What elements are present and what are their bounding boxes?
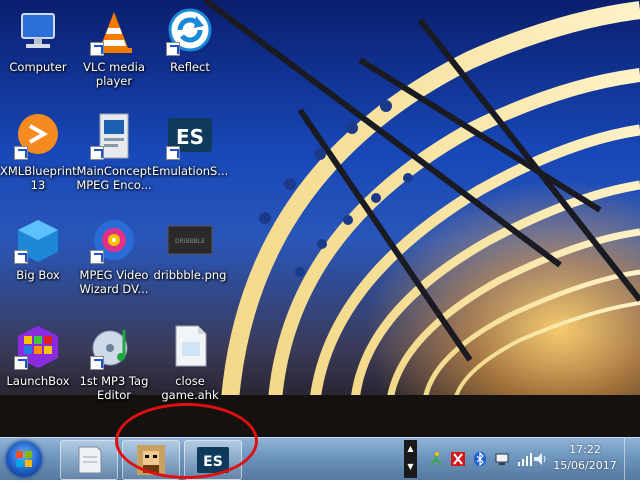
desktop-icon-mainconcept[interactable]: MainConcept MPEG Enco...: [76, 112, 152, 192]
taskbar-button-notepad[interactable]: [60, 440, 118, 480]
es-logo-text: ES: [176, 125, 204, 149]
signal-icon[interactable]: [516, 451, 532, 467]
cd-music-icon: [90, 322, 138, 370]
desktop[interactable]: Computer XMLBlueprint 13 Big Box LaunchB…: [0, 0, 640, 437]
shortcut-arrow-icon: [90, 42, 104, 56]
desktop-icon-label: dribbble.png: [153, 268, 227, 282]
clock[interactable]: 17:22 15/06/2017: [552, 442, 618, 474]
shortcut-arrow-icon: [90, 356, 104, 370]
shortcut-arrow-icon: [90, 146, 104, 160]
script-file-icon: [166, 322, 214, 370]
desktop-icon-xmlblueprint[interactable]: XMLBlueprint 13: [0, 112, 77, 192]
desktop-icon-label: MPEG Video Wizard DV...: [79, 268, 149, 296]
thumbnail-text: DRIBBBLE: [175, 238, 205, 245]
desktop-icon-label: XMLBlueprint 13: [0, 164, 77, 192]
antivirus-icon[interactable]: [450, 451, 466, 467]
desktop-icon-label: Reflect: [170, 60, 210, 74]
shortcut-arrow-icon: [14, 250, 28, 264]
desktop-icon-label: EmulationS...: [152, 164, 229, 178]
show-desktop-button[interactable]: [624, 438, 640, 480]
clock-date: 15/06/2017: [553, 459, 617, 472]
desktop-icon-label: 1st MP3 Tag Editor: [79, 374, 149, 402]
desktop-icon-close-game-ahk[interactable]: close game.ahk: [152, 322, 228, 402]
image-thumbnail-icon: DRIBBBLE: [166, 216, 214, 264]
highlight-annotation-circle: [115, 403, 258, 479]
shortcut-arrow-icon: [14, 356, 28, 370]
desktop-icon-label: LaunchBox: [6, 374, 70, 388]
desktop-icon-label: MainConcept MPEG Enco...: [76, 164, 152, 192]
desktop-icon-dribbble-png[interactable]: DRIBBBLE dribbble.png: [152, 216, 228, 282]
desktop-icon-computer[interactable]: Computer: [0, 8, 76, 74]
vlc-cone-icon: [90, 8, 138, 56]
scroll-down-button[interactable]: ▼: [404, 458, 417, 476]
desktop-icon-label: close game.ahk: [161, 374, 219, 402]
desktop-icon-mp3-tag-editor[interactable]: 1st MP3 Tag Editor: [76, 322, 152, 402]
shortcut-arrow-icon: [90, 250, 104, 264]
desktop-icon-mpeg-video-wizard[interactable]: MPEG Video Wizard DV...: [76, 216, 152, 296]
rubiks-cube-icon: [14, 322, 62, 370]
shortcut-arrow-icon: [166, 42, 180, 56]
network-icon[interactable]: [494, 451, 510, 467]
start-button[interactable]: [6, 441, 42, 477]
disc-icon: [90, 216, 138, 264]
desktop-icon-vlc[interactable]: VLC media player: [76, 8, 152, 88]
volume-icon[interactable]: [532, 451, 548, 467]
software-box-icon: [90, 112, 138, 160]
shortcut-arrow-icon: [14, 146, 28, 160]
desktop-icon-big-box[interactable]: Big Box: [0, 216, 76, 282]
windows-logo-icon: [16, 451, 32, 467]
xmlblueprint-icon: [14, 112, 62, 160]
desktop-icon-label: Computer: [9, 60, 67, 74]
taskbar-scroll-control[interactable]: ▲ ▼: [404, 440, 417, 478]
desktop-icon-reflect[interactable]: Reflect: [152, 8, 228, 74]
clock-time: 17:22: [569, 443, 601, 456]
desktop-icon-emulationstation[interactable]: ES EmulationS...: [152, 112, 228, 178]
desktop-icon-launchbox[interactable]: LaunchBox: [0, 322, 76, 388]
shortcut-arrow-icon: [166, 146, 180, 160]
reflect-icon: [166, 8, 214, 56]
notepad-icon: [78, 446, 102, 474]
cube-icon: [14, 216, 62, 264]
scroll-up-button[interactable]: ▲: [404, 440, 417, 458]
es-logo-icon: ES: [166, 112, 214, 160]
computer-icon: [14, 8, 62, 56]
taskbar[interactable]: ES ▲ ▼ 17:22 15/06/2017: [0, 437, 640, 480]
desktop-icon-label: Big Box: [16, 268, 60, 282]
runner-icon[interactable]: [428, 451, 444, 467]
desktop-icon-label: VLC media player: [83, 60, 145, 88]
bluetooth-icon[interactable]: [472, 451, 488, 467]
